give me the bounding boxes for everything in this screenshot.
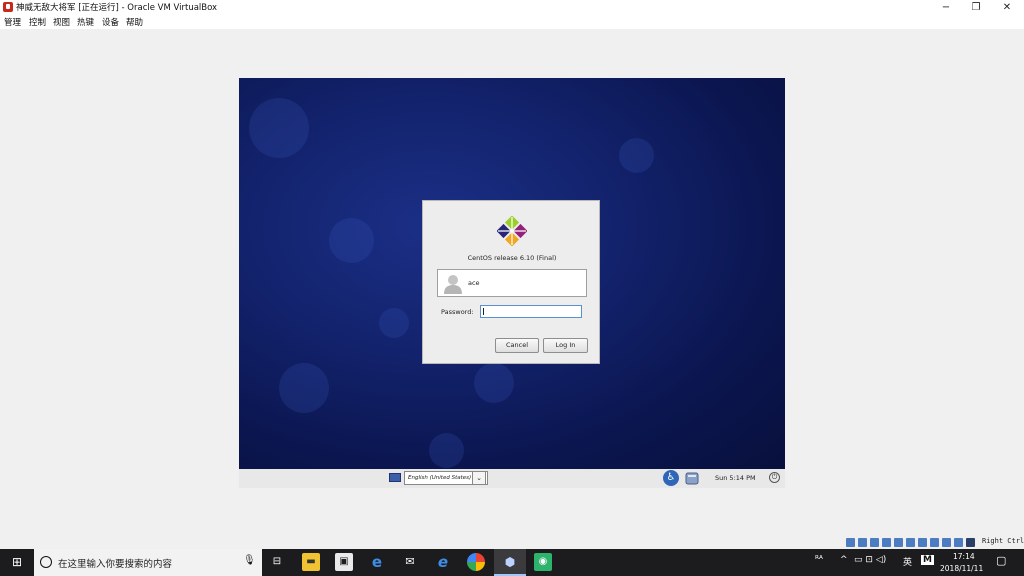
vm-clock: Sun 5:14 PM xyxy=(715,474,756,482)
power-icon[interactable]: ⏻ xyxy=(769,472,780,483)
keyboard-capture-icon[interactable] xyxy=(966,538,975,547)
windows-taskbar: ⊞ 在这里输入你要搜索的内容 🎙 ⊟ ▬ ▣ e ✉ e ⬢ ◉ ᴿᴬ ^ ▭ … xyxy=(0,549,1024,576)
cortana-icon xyxy=(40,556,52,568)
password-input[interactable] xyxy=(480,305,582,318)
menu-control[interactable]: 控制 xyxy=(29,16,46,28)
login-button[interactable]: Log In xyxy=(543,338,588,353)
background-bokeh xyxy=(249,98,309,158)
mouse-integration-icon[interactable] xyxy=(954,538,963,547)
shared-folder-icon[interactable] xyxy=(906,538,915,547)
menu-hotkeys[interactable]: 热键 xyxy=(77,16,94,28)
username-label: ace xyxy=(468,279,480,287)
disk-icon[interactable] xyxy=(846,538,855,547)
search-input[interactable]: 在这里输入你要搜索的内容 xyxy=(58,556,172,570)
edge-browser-icon[interactable]: e xyxy=(368,553,386,571)
release-label: CentOS release 6.10 (Final) xyxy=(467,254,557,262)
color-picker-app-icon[interactable] xyxy=(467,553,485,571)
menu-manage[interactable]: 管理 xyxy=(4,16,21,28)
background-bokeh xyxy=(329,218,374,263)
taskbar-search[interactable]: 在这里输入你要搜索的内容 🎙 xyxy=(34,549,262,576)
background-bokeh xyxy=(619,138,654,173)
optical-drive-icon[interactable] xyxy=(858,538,867,547)
menu-help[interactable]: 帮助 xyxy=(126,16,143,28)
wechat-style-app-icon[interactable]: ◉ xyxy=(534,553,552,571)
tray-chevron-icon[interactable]: ^ xyxy=(840,555,848,565)
title-bar: 神威无敌大将军 [正在运行] - Oracle VM VirtualBox − … xyxy=(0,0,1024,15)
maximize-button[interactable]: ❐ xyxy=(962,0,990,15)
close-button[interactable]: ✕ xyxy=(993,0,1021,15)
login-dialog: CentOS release 6.10 (Final) ace Password… xyxy=(422,200,600,364)
mail-icon[interactable]: ✉ xyxy=(401,553,419,571)
cancel-button[interactable]: Cancel xyxy=(495,338,539,353)
language-value: English (United States) xyxy=(408,475,472,481)
menu-view[interactable]: 视图 xyxy=(53,16,70,28)
ime-mode-icon[interactable]: M xyxy=(921,555,934,565)
chevron-down-icon[interactable]: ⌄ xyxy=(472,471,486,485)
accessibility-icon[interactable]: ♿ xyxy=(663,470,679,486)
virtualbox-status-bar: Right Ctrl xyxy=(846,537,1024,548)
host-key-label: Right Ctrl xyxy=(982,537,1024,545)
background-bokeh xyxy=(279,363,329,413)
menu-devices[interactable]: 设备 xyxy=(102,16,119,28)
usb-icon[interactable] xyxy=(894,538,903,547)
start-button[interactable]: ⊞ xyxy=(0,549,34,576)
virtualbox-taskbar-button[interactable]: ⬢ xyxy=(494,549,526,576)
flag-icon xyxy=(389,473,401,482)
password-label: Password: xyxy=(441,308,474,316)
tray-status-icons[interactable]: ▭ ⊡ ◁) xyxy=(854,555,886,565)
action-center-icon[interactable]: ▢ xyxy=(996,554,1006,567)
background-bokeh xyxy=(429,433,464,468)
cpu-icon[interactable] xyxy=(942,538,951,547)
vm-screen[interactable]: CentOS release 6.10 (Final) ace Password… xyxy=(239,78,785,469)
internet-explorer-icon[interactable]: e xyxy=(434,553,452,571)
virtualbox-icon: ⬢ xyxy=(504,555,516,569)
window-title: 神威无敌大将军 [正在运行] - Oracle VM VirtualBox xyxy=(16,3,218,13)
minimize-button[interactable]: − xyxy=(932,0,960,15)
vm-bottom-panel: English (United States) ⌄ ♿ Sun 5:14 PM … xyxy=(239,469,785,488)
taskbar-time[interactable]: 17:14 xyxy=(953,552,975,561)
ime-language-indicator[interactable]: 英 xyxy=(903,555,912,568)
file-explorer-icon[interactable]: ▬ xyxy=(302,553,320,571)
centos-logo-icon xyxy=(497,216,527,246)
user-avatar-icon xyxy=(444,275,462,294)
store-icon[interactable]: ▣ xyxy=(335,553,353,571)
task-view-icon[interactable]: ⊟ xyxy=(268,553,286,571)
virtualbox-app-icon xyxy=(3,2,13,12)
menu-bar: 管理 控制 视图 热键 设备 帮助 xyxy=(0,15,1024,29)
background-bokeh xyxy=(379,308,409,338)
network-icon[interactable] xyxy=(882,538,891,547)
people-icon[interactable]: ᴿᴬ xyxy=(815,555,823,565)
microphone-icon[interactable]: 🎙 xyxy=(243,555,256,566)
recording-icon[interactable] xyxy=(930,538,939,547)
keyboard-icon[interactable] xyxy=(684,470,700,486)
user-list-item[interactable]: ace xyxy=(437,269,587,297)
display-icon[interactable] xyxy=(918,538,927,547)
taskbar-date[interactable]: 2018/11/11 xyxy=(940,564,983,573)
audio-icon[interactable] xyxy=(870,538,879,547)
background-bokeh xyxy=(474,363,514,403)
